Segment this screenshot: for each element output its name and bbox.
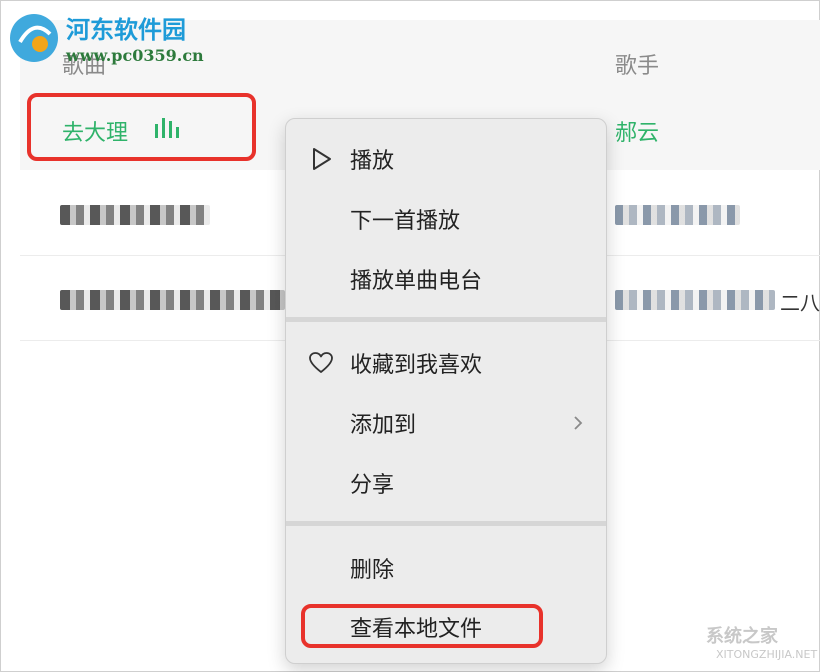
chevron-right-icon — [574, 416, 583, 430]
menu-item-label: 播放 — [350, 149, 395, 174]
play-icon — [313, 148, 331, 170]
annotation-highlight-song — [27, 93, 256, 161]
song-artist-playing[interactable]: 郝云 — [615, 115, 659, 147]
blurred-artist — [615, 205, 740, 225]
menu-item-share[interactable]: 分享 — [286, 455, 606, 511]
column-header-singer[interactable]: 歌手 — [615, 48, 659, 80]
context-menu: 播放 下一首播放 播放单曲电台 收藏到我喜欢 添加到 分享 删除 查看本地文件 — [285, 118, 607, 664]
menu-item-label: 播放单曲电台 — [350, 269, 483, 294]
menu-item-favorite[interactable]: 收藏到我喜欢 — [286, 335, 606, 391]
menu-item-label: 收藏到我喜欢 — [350, 353, 483, 378]
menu-item-play[interactable]: 播放 — [286, 131, 606, 187]
watermark-bottom-url: XITONGZHIJIA.NET — [716, 648, 818, 661]
menu-item-label: 删除 — [350, 558, 395, 583]
menu-item-play-next[interactable]: 下一首播放 — [286, 191, 606, 247]
menu-item-add-to[interactable]: 添加到 — [286, 395, 606, 451]
menu-item-play-radio[interactable]: 播放单曲电台 — [286, 251, 606, 307]
blurred-song-title — [60, 290, 285, 310]
blurred-artist — [615, 290, 775, 310]
watermark-bottom: 系统之家 — [706, 626, 778, 647]
menu-item-label: 下一首播放 — [350, 209, 461, 234]
menu-separator — [286, 317, 606, 322]
menu-separator — [286, 521, 606, 526]
blurred-song-title — [60, 205, 210, 225]
heart-icon — [309, 352, 333, 373]
watermark-logo-icon — [10, 14, 58, 62]
artist-overflow-text: 二八 — [780, 291, 820, 315]
menu-item-label: 分享 — [350, 473, 395, 498]
watermark-url: www.pc0359.cn — [66, 46, 204, 65]
annotation-highlight-local-file — [301, 604, 543, 648]
watermark-name: 河东软件园 — [66, 15, 186, 44]
menu-item-label: 添加到 — [350, 413, 417, 438]
menu-item-delete[interactable]: 删除 — [286, 540, 606, 596]
